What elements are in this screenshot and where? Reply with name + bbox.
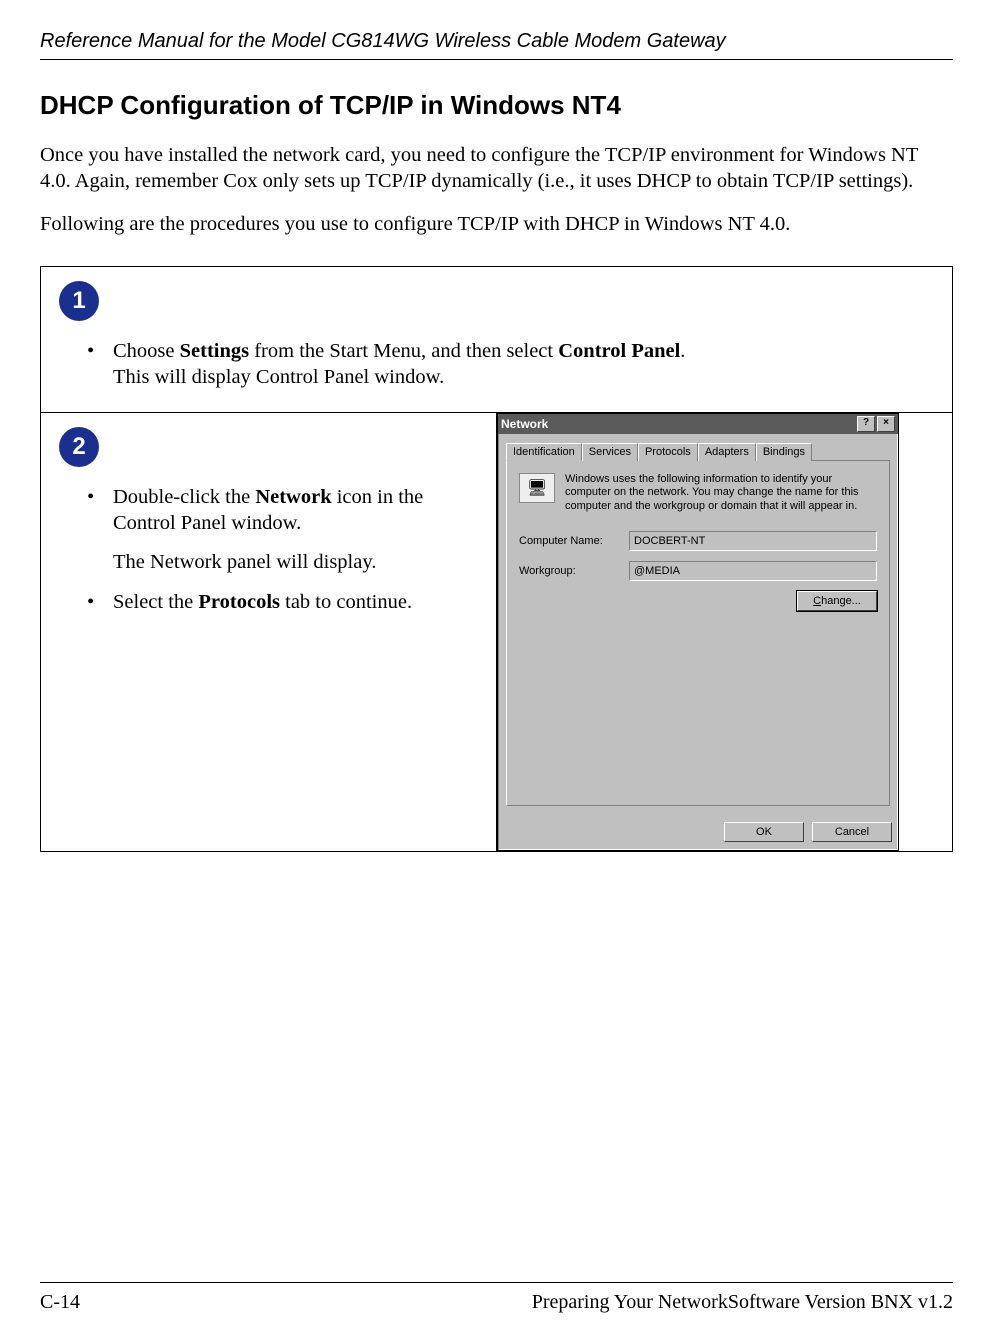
network-dialog: Network ? × Identification Services Prot… xyxy=(497,413,899,851)
header-rule xyxy=(40,59,953,60)
workgroup-label: Workgroup: xyxy=(519,565,629,577)
steps-table: 1 Choose Settings from the Start Menu, a… xyxy=(40,266,953,852)
section-heading: DHCP Configuration of TCP/IP in Windows … xyxy=(40,90,953,121)
step-1-bold-1: Settings xyxy=(180,340,249,362)
tab-protocols[interactable]: Protocols xyxy=(638,443,698,461)
footer-right-text: Preparing Your NetworkSoftware Version B… xyxy=(532,1291,953,1314)
footer-page-number: C-14 xyxy=(40,1291,80,1314)
body-paragraph-1: Once you have installed the network card… xyxy=(40,143,953,194)
step-2-b2-post: tab to continue. xyxy=(280,591,412,613)
step-1-line-2: This will display Control Panel window. xyxy=(113,366,444,388)
step-2-b2-bold: Protocols xyxy=(198,591,280,613)
cancel-button[interactable]: Cancel xyxy=(812,822,892,842)
step-2-badge: 2 xyxy=(59,427,99,467)
page-footer: C-14 Preparing Your NetworkSoftware Vers… xyxy=(40,1282,953,1314)
step-2-b1-pre: Double-click the xyxy=(113,486,255,508)
ok-button[interactable]: OK xyxy=(724,822,804,842)
computer-icon: 🖥 xyxy=(519,473,555,503)
step-2-bullet-1: Double-click the Network icon in the Con… xyxy=(87,485,478,536)
workgroup-field: @MEDIA xyxy=(629,561,877,581)
step-2-b2-pre: Select the xyxy=(113,591,198,613)
step-2-subtext: The Network panel will display. xyxy=(59,550,478,576)
step-1-cell: 1 Choose Settings from the Start Menu, a… xyxy=(41,266,953,412)
running-header: Reference Manual for the Model CG814WG W… xyxy=(40,30,953,53)
tab-services[interactable]: Services xyxy=(582,443,638,461)
tab-bindings[interactable]: Bindings xyxy=(756,443,812,461)
computer-name-label: Computer Name: xyxy=(519,535,629,547)
close-icon[interactable]: × xyxy=(877,416,895,432)
step-2-bullet-2: Select the Protocols tab to continue. xyxy=(87,590,478,616)
step-1-bullet-1: Choose Settings from the Start Menu, and… xyxy=(87,339,934,390)
step-1-text-pre: Choose xyxy=(113,340,180,362)
dialog-title: Network xyxy=(501,417,548,431)
change-button[interactable]: Change... xyxy=(797,591,877,611)
step-2-b1-bold: Network xyxy=(255,486,331,508)
footer-rule xyxy=(40,1282,953,1283)
change-button-rest: hange... xyxy=(821,595,861,607)
step-1-text-post: . xyxy=(680,340,685,362)
step-1-text-mid: from the Start Menu, and then select xyxy=(249,340,558,362)
dialog-panel: 🖥 Windows uses the following information… xyxy=(506,461,890,806)
tab-identification[interactable]: Identification xyxy=(506,443,582,461)
dialog-info-text: Windows uses the following information t… xyxy=(565,473,877,513)
dialog-tabs: Identification Services Protocols Adapte… xyxy=(506,442,890,461)
step-1-bold-2: Control Panel xyxy=(558,340,680,362)
dialog-titlebar[interactable]: Network ? × xyxy=(498,414,898,434)
step-2-image-cell: Network ? × Identification Services Prot… xyxy=(497,413,953,852)
step-1-badge: 1 xyxy=(59,281,99,321)
body-paragraph-2: Following are the procedures you use to … xyxy=(40,212,953,238)
step-2-text-cell: 2 Double-click the Network icon in the C… xyxy=(41,413,497,852)
tab-adapters[interactable]: Adapters xyxy=(698,443,756,461)
computer-name-field: DOCBERT-NT xyxy=(629,531,877,551)
help-icon[interactable]: ? xyxy=(857,416,875,432)
